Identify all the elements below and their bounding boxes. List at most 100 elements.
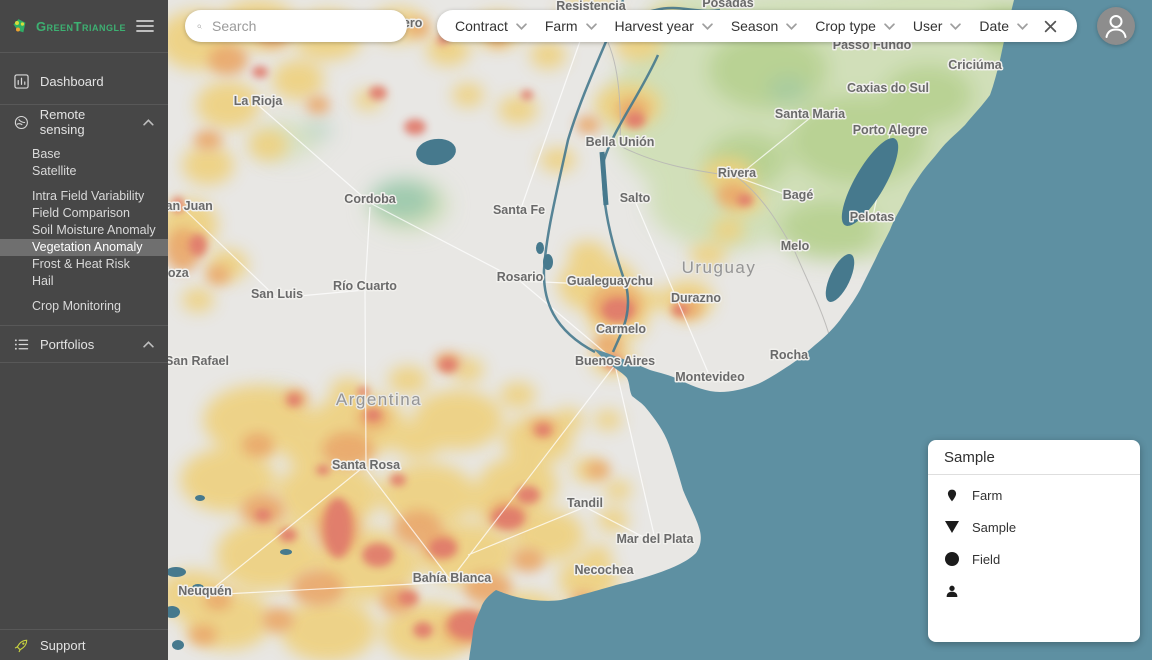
user-icon: [944, 583, 960, 599]
map-label-necochea: Necochea: [574, 563, 634, 577]
sidebar-item-label: Support: [40, 638, 86, 653]
map-label-montevideo: Montevideo: [675, 370, 745, 384]
chevron-down-icon: [884, 23, 895, 30]
map-label-san-juan: San Juan: [168, 199, 213, 213]
map-area: ArgentinaUruguay ResistenciaPosadasSanti…: [168, 0, 1152, 660]
sidebar-section-portfolios[interactable]: Portfolios: [0, 326, 168, 363]
rocket-icon: [14, 638, 29, 653]
map-label-bag: Bagé: [783, 188, 814, 202]
legend-item-farm: Farm: [944, 485, 1124, 505]
sample-triangle-icon: [945, 521, 959, 533]
filter-date[interactable]: Date: [979, 18, 1028, 34]
filter-season[interactable]: Season: [731, 18, 797, 34]
filter-label: Date: [979, 18, 1009, 34]
chevron-down-icon: [1017, 23, 1028, 30]
sidebar-item-vegetation-anomaly[interactable]: Vegetation Anomaly: [0, 239, 168, 256]
sidebar-header: GreenTriangle: [0, 0, 168, 53]
sidebar-item-intra-field-variability[interactable]: Intra Field Variability: [0, 188, 168, 205]
map-label-caxias-do-sul: Caxias do Sul: [847, 81, 929, 95]
filter-user[interactable]: User: [913, 18, 962, 34]
farm-pin-icon: [945, 488, 959, 503]
map-label-mendoza: Mendoza: [168, 266, 190, 280]
legend-title: Sample: [928, 440, 1140, 475]
sidebar-item-base[interactable]: Base: [0, 146, 168, 163]
filter-label: Season: [731, 18, 778, 34]
sidebar-item-satellite[interactable]: Satellite: [0, 163, 168, 180]
map-label-carmelo: Carmelo: [596, 322, 646, 336]
filter-contract[interactable]: Contract: [455, 18, 527, 34]
map-label-bella-uni-n: Bella Unión: [586, 135, 655, 149]
filter-bar: Contract Farm Harvest year Season Crop type U…: [437, 10, 1077, 42]
map-label-rocha: Rocha: [770, 348, 809, 362]
sidebar-section-label: Remote sensing: [40, 107, 132, 137]
map-label-rivera: Rivera: [718, 166, 757, 180]
user-icon: [1097, 7, 1135, 45]
search-input[interactable]: [210, 17, 395, 35]
map-label-buenos-aires: Buenos Aires: [575, 354, 655, 368]
sidebar-item-field-comparison[interactable]: Field Comparison: [0, 205, 168, 222]
legend-item-label: Sample: [972, 520, 1016, 535]
sidebar-item-support[interactable]: Support: [0, 629, 168, 660]
chevron-down-icon: [586, 23, 597, 30]
map-label-bah-a-blanca: Bahía Blanca: [413, 571, 493, 585]
chevron-up-icon: [143, 341, 154, 348]
search-icon: [197, 19, 202, 34]
map-label-santa-fe: Santa Fe: [493, 203, 545, 217]
map-label-posadas: Posadas: [702, 0, 753, 10]
chevron-up-icon: [143, 119, 154, 126]
legend-card: Sample Farm Sample Field: [928, 440, 1140, 642]
map-label-salto: Salto: [620, 191, 651, 205]
sidebar-item-dashboard[interactable]: Dashboard: [0, 66, 168, 96]
map-label-santa-maria: Santa Maria: [775, 107, 846, 121]
filter-label: Crop type: [815, 18, 876, 34]
map-label-san-luis: San Luis: [251, 287, 303, 301]
sidebar-item-hail[interactable]: Hail: [0, 273, 168, 290]
map-label-r-o-cuarto: Río Cuarto: [333, 279, 397, 293]
sidebar: GreenTriangle Dashboard Remote sensing B…: [0, 0, 168, 660]
map-label-santa-rosa: Santa Rosa: [332, 458, 401, 472]
legend-item-label: Farm: [972, 488, 1002, 503]
sidebar-item-label: Dashboard: [40, 74, 104, 89]
chevron-down-icon: [786, 23, 797, 30]
search-bar[interactable]: [185, 10, 407, 42]
menu-toggle-button[interactable]: [134, 17, 156, 35]
clear-filters-button[interactable]: [1042, 18, 1059, 35]
chevron-down-icon: [516, 23, 527, 30]
legend-item-label: Field: [972, 552, 1000, 567]
hamburger-icon: [136, 19, 154, 33]
map-label-gualeguaychu: Gualeguaychu: [567, 274, 653, 288]
sidebar-section-label: Portfolios: [40, 337, 94, 352]
close-icon: [1044, 20, 1057, 33]
filter-label: Contract: [455, 18, 508, 34]
map-label-uruguay: Uruguay: [682, 258, 757, 277]
avatar[interactable]: [1097, 7, 1135, 45]
filter-harvest-year[interactable]: Harvest year: [615, 18, 713, 34]
map-label-crici-ma: Criciúma: [948, 58, 1003, 72]
map-label-rosario: Rosario: [497, 270, 544, 284]
filter-crop-type[interactable]: Crop type: [815, 18, 895, 34]
map-label-argentina: Argentina: [336, 390, 422, 409]
dashboard-icon: [14, 74, 29, 89]
brand-name: GreenTriangle: [36, 19, 126, 34]
map-label-durazno: Durazno: [671, 291, 721, 305]
map-label-neuqu-n: Neuquén: [178, 584, 231, 598]
sidebar-section-remote-sensing[interactable]: Remote sensing: [0, 105, 168, 139]
filter-farm[interactable]: Farm: [545, 18, 597, 34]
map-label-pelotas: Pelotas: [850, 210, 895, 224]
field-circle-icon: [945, 552, 959, 566]
filter-label: User: [913, 18, 943, 34]
map-label-mar-del-plata: Mar del Plata: [616, 532, 694, 546]
chevron-down-icon: [702, 23, 713, 30]
legend-item-sample: Sample: [944, 517, 1124, 537]
legend-item-person: [944, 581, 1124, 601]
sidebar-item-crop-monitoring[interactable]: Crop Monitoring: [0, 298, 168, 315]
app-root: ArgentinaUruguay ResistenciaPosadasSanti…: [0, 0, 1152, 660]
map-label-porto-alegre: Porto Alegre: [853, 123, 928, 137]
chevron-down-icon: [950, 23, 961, 30]
legend-item-field: Field: [944, 549, 1124, 569]
map-label-la-rioja: La Rioja: [234, 94, 284, 108]
sidebar-item-soil-moisture-anomaly[interactable]: Soil Moisture Anomaly: [0, 222, 168, 239]
remote-sensing-icon: [14, 115, 29, 130]
filter-label: Harvest year: [615, 18, 694, 34]
sidebar-item-frost-heat-risk[interactable]: Frost & Heat Risk: [0, 256, 168, 273]
